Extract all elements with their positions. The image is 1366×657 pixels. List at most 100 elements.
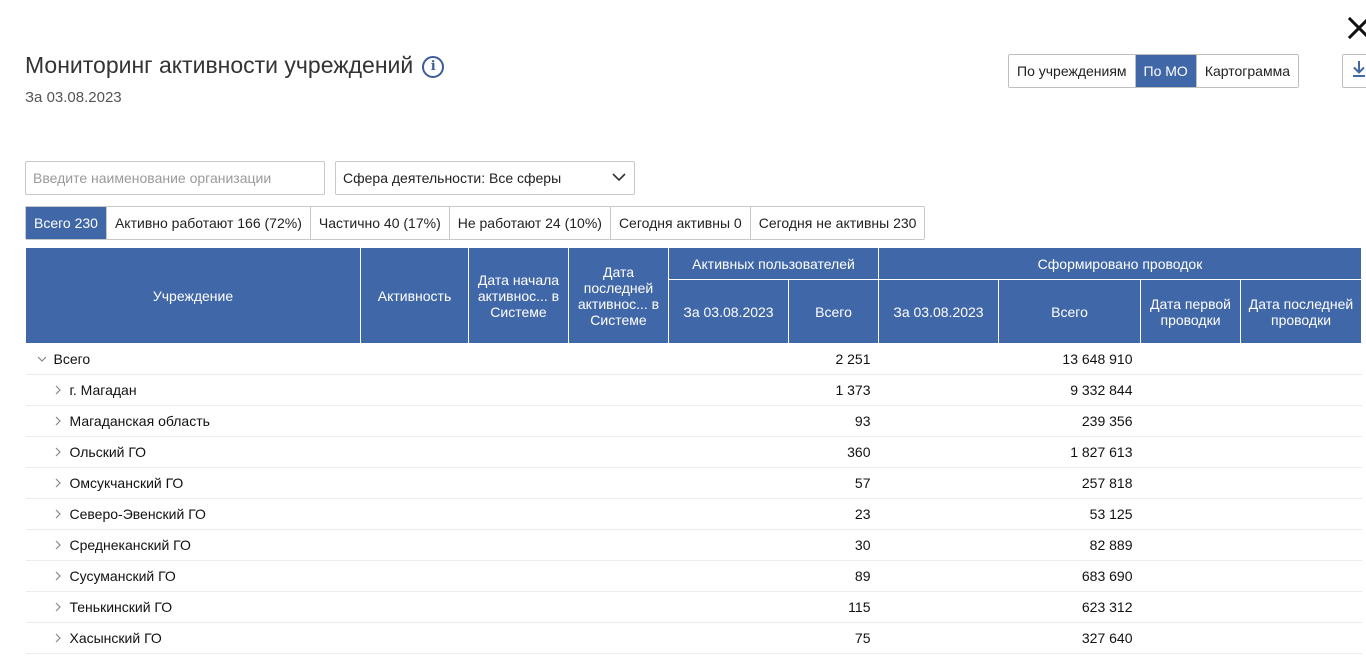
view-cartogram-button[interactable]: Картограмма (1196, 55, 1299, 87)
row-name: Северо-Эвенский ГО (69, 506, 206, 522)
chevron-right-icon[interactable] (50, 599, 66, 615)
header-start-date[interactable]: Дата начала активнос... в Системе (468, 247, 569, 344)
header-last-posting-date[interactable]: Дата последней проводки (1240, 279, 1362, 344)
cell-first-posting-date (1140, 498, 1241, 530)
cell-first-posting-date (1140, 374, 1241, 406)
info-icon[interactable]: i (422, 55, 445, 78)
cell-institution: Ольский ГО (25, 436, 361, 468)
cell-postings-total: 683 690 (998, 560, 1141, 592)
cell-users-total: 93 (788, 405, 879, 437)
cell-postings-on-date (878, 622, 999, 654)
chevron-right-icon[interactable] (50, 506, 66, 522)
chevron-right-icon[interactable] (50, 537, 66, 553)
cell-institution: Сусуманский ГО (25, 560, 361, 592)
header-first-posting-date[interactable]: Дата первой проводки (1140, 279, 1241, 344)
cell-last-posting-date (1240, 467, 1362, 499)
sphere-select[interactable]: Сфера деятельности: Все сферы (335, 161, 635, 195)
table-row[interactable]: Среднеканский ГО 30 82 889 (25, 529, 1362, 561)
header-postings-group: Сформировано проводок (878, 247, 1362, 280)
row-name: Всего (53, 351, 91, 367)
header-institution[interactable]: Учреждение (25, 247, 361, 344)
cell-institution: Хасынский ГО (25, 622, 361, 654)
row-name: Омсукчанский ГО (69, 475, 184, 491)
cell-activity (360, 436, 469, 468)
chevron-down-icon[interactable] (34, 351, 50, 367)
chevron-right-icon[interactable] (50, 630, 66, 646)
header-activity[interactable]: Активность (360, 247, 469, 344)
chevron-right-icon[interactable] (50, 382, 66, 398)
chevron-right-icon[interactable] (50, 413, 66, 429)
row-name: Магаданская область (69, 413, 210, 429)
cell-start-date (468, 436, 569, 468)
tab-total[interactable]: Всего 230 (26, 207, 107, 239)
cell-postings-total: 53 125 (998, 498, 1141, 530)
cell-first-posting-date (1140, 343, 1241, 375)
page-title: Мониторинг активности учреждений (25, 52, 414, 78)
table-row[interactable]: Всего 2 251 13 648 910 (25, 343, 1362, 375)
cell-institution: г. Магадан (25, 374, 361, 406)
cell-last-posting-date (1240, 436, 1362, 468)
view-by-institutions-button[interactable]: По учреждениям (1009, 55, 1136, 87)
tab-active[interactable]: Активно работают 166 (72%) (106, 207, 311, 239)
cell-users-on-date (668, 498, 789, 530)
cell-last-posting-date (1240, 374, 1362, 406)
cell-last-date (568, 405, 669, 437)
cell-postings-total: 327 640 (998, 622, 1141, 654)
cell-users-on-date (668, 436, 789, 468)
cell-last-date (568, 343, 669, 375)
page: Мониторинг активности учреждений i За 03… (0, 0, 1366, 657)
cell-start-date (468, 405, 569, 437)
cell-users-on-date (668, 467, 789, 499)
table-row[interactable]: Северо-Эвенский ГО 23 53 125 (25, 498, 1362, 530)
cell-last-date (568, 622, 669, 654)
table-row[interactable]: Ольский ГО 360 1 827 613 (25, 436, 1362, 468)
status-tabs: Всего 230 Активно работают 166 (72%) Час… (25, 206, 926, 240)
tab-today-inactive[interactable]: Сегодня не активны 230 (750, 207, 925, 239)
cell-users-on-date (668, 591, 789, 623)
table-row[interactable]: Хасынский ГО 75 327 640 (25, 622, 1362, 654)
cell-users-total: 115 (788, 591, 879, 623)
cell-institution: Среднеканский ГО (25, 529, 361, 561)
header-last-date[interactable]: Дата последней активнос... в Системе (568, 247, 669, 344)
cell-last-date (568, 560, 669, 592)
view-by-mo-button[interactable]: По МО (1135, 55, 1197, 87)
table-row[interactable]: Тенькинский ГО 115 623 312 (25, 591, 1362, 623)
header-postings-total[interactable]: Всего (998, 279, 1141, 344)
cell-institution: Магаданская область (25, 405, 361, 437)
chevron-right-icon[interactable] (50, 475, 66, 491)
table-row[interactable]: г. Магадан 1 373 9 332 844 (25, 374, 1362, 406)
chevron-right-icon[interactable] (50, 568, 66, 584)
cell-last-date (568, 529, 669, 561)
tab-inactive[interactable]: Не работают 24 (10%) (449, 207, 611, 239)
tab-today-active[interactable]: Сегодня активны 0 (610, 207, 751, 239)
header-postings-on-date[interactable]: За 03.08.2023 (878, 279, 999, 344)
cell-first-posting-date (1140, 467, 1241, 499)
download-button[interactable] (1342, 54, 1366, 88)
cell-last-posting-date (1240, 591, 1362, 623)
header-users-total[interactable]: Всего (788, 279, 879, 344)
search-input[interactable] (25, 161, 325, 195)
cell-users-total: 2 251 (788, 343, 879, 375)
cell-start-date (468, 343, 569, 375)
cell-activity (360, 560, 469, 592)
sphere-select-value: Сфера деятельности: Все сферы (343, 170, 562, 186)
cell-postings-on-date (878, 374, 999, 406)
table-body: Всего 2 251 13 648 910 г. Магадан 1 373 9 332… (25, 343, 1362, 654)
cell-first-posting-date (1140, 436, 1241, 468)
table-row[interactable]: Сусуманский ГО 89 683 690 (25, 560, 1362, 592)
chevron-right-icon[interactable] (50, 444, 66, 460)
cell-users-total: 30 (788, 529, 879, 561)
cell-last-date (568, 498, 669, 530)
cell-users-on-date (668, 343, 789, 375)
cell-postings-total: 82 889 (998, 529, 1141, 561)
cell-postings-on-date (878, 529, 999, 561)
cell-postings-on-date (878, 498, 999, 530)
tab-partial[interactable]: Частично 40 (17%) (310, 207, 450, 239)
header-users-on-date[interactable]: За 03.08.2023 (668, 279, 789, 344)
cell-start-date (468, 374, 569, 406)
close-icon[interactable] (1346, 14, 1366, 44)
table-row[interactable]: Магаданская область 93 239 356 (25, 405, 1362, 437)
cell-postings-on-date (878, 591, 999, 623)
table-row[interactable]: Омсукчанский ГО 57 257 818 (25, 467, 1362, 499)
cell-postings-on-date (878, 436, 999, 468)
